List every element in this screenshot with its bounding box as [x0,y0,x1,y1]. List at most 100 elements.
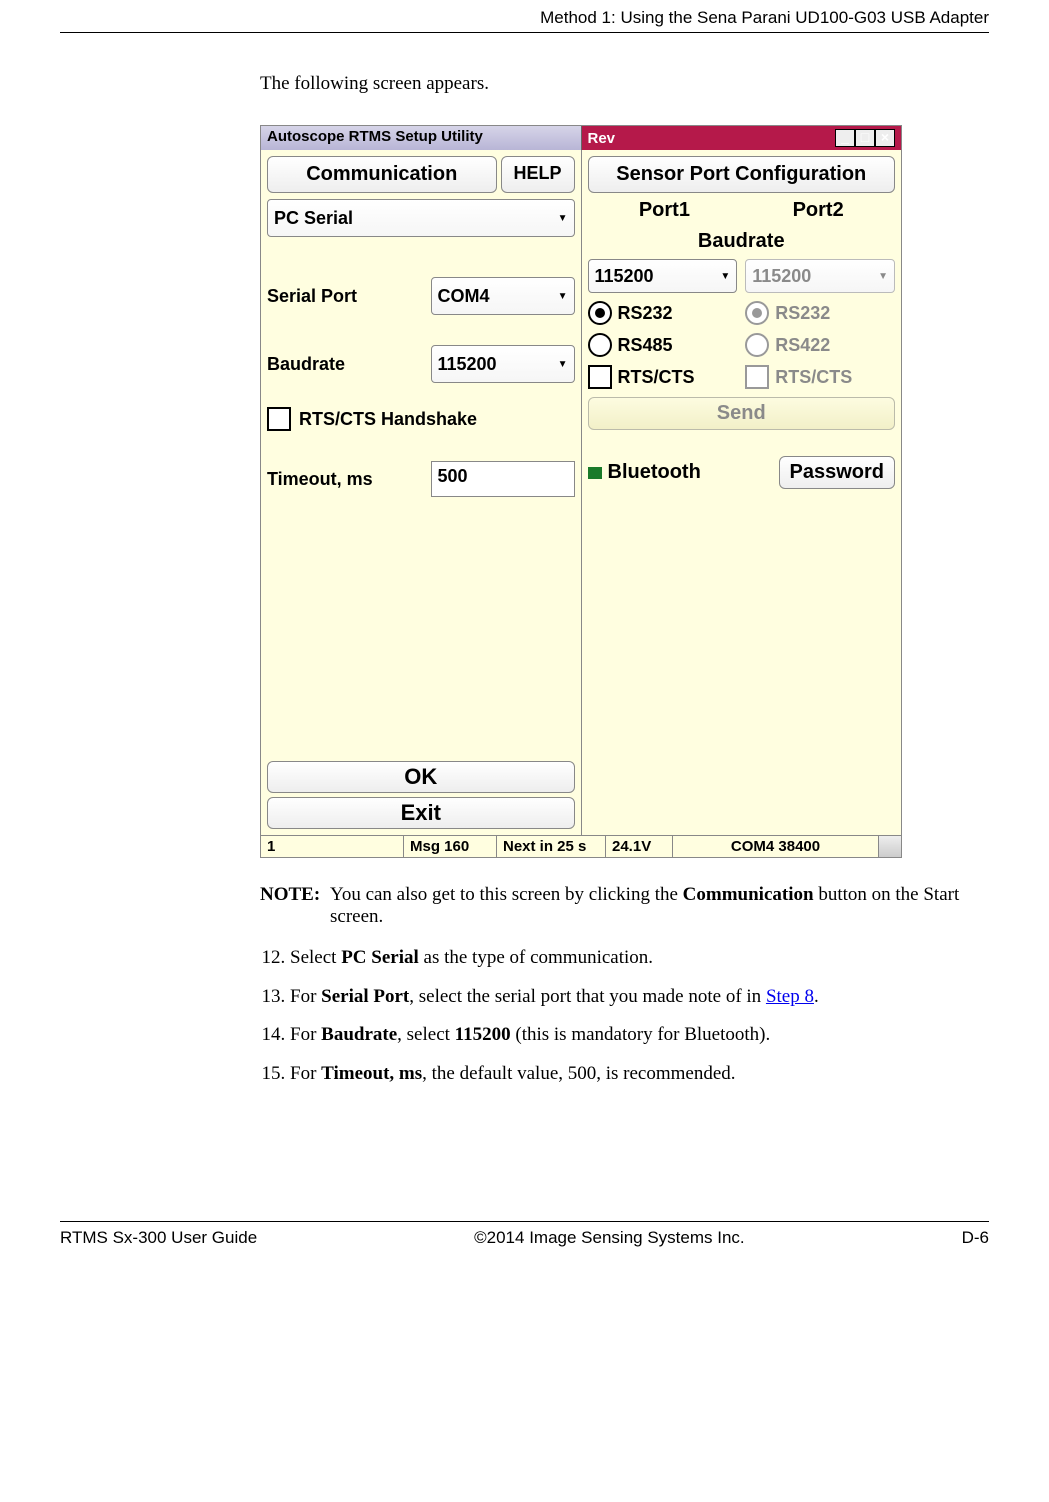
sensor-port-panel: Sensor Port Configuration Port1 Port2 Ba… [581,150,902,835]
footer-right: D-6 [962,1228,989,1248]
send-button: Send [588,397,896,430]
port2-rs422-radio [745,333,769,357]
footer-center: ©2014 Image Sensing Systems Inc. [474,1228,745,1248]
baudrate-value: 115200 [438,354,497,375]
password-button[interactable]: Password [779,456,895,489]
port1-rs485-label: RS485 [618,335,673,356]
port2-rs422-label: RS422 [775,335,830,356]
communication-header-button[interactable]: Communication [267,156,497,193]
title-left: Autoscope RTMS Setup Utility [261,126,582,150]
communication-panel: Communication HELP PC Serial ▼ Serial Po… [261,150,581,835]
baudrate-header: Baudrate [588,230,896,253]
title-right-text: Rev [588,130,616,147]
port2-rtscts-checkbox [745,365,769,389]
page-header-section: Method 1: Using the Sena Parani UD100-G0… [60,0,989,32]
port2-baud-select: 115200 ▼ [745,259,895,293]
bluetooth-icon [588,467,602,479]
chevron-down-icon: ▼ [558,291,568,302]
footer-left: RTMS Sx-300 User Guide [60,1228,257,1248]
t: For [290,986,321,1007]
baudrate-select[interactable]: 115200 ▼ [431,345,575,383]
t: , the default value, 500, is recommended… [422,1063,735,1084]
port2-column: 115200 ▼ RS232 RS422 RTS/CTS [745,259,895,389]
page-footer: RTMS Sx-300 User Guide ©2014 Image Sensi… [60,1222,989,1258]
t: For [290,1063,321,1084]
status-e: COM4 38400 [673,836,879,857]
note-bold: Communication [683,884,814,905]
serial-port-select[interactable]: COM4 ▼ [431,277,575,315]
rtscts-checkbox[interactable] [267,407,291,431]
ok-button[interactable]: OK [267,761,575,793]
note-text-before: You can also get to this screen by click… [330,884,683,905]
b: Baudrate [321,1024,397,1045]
note-label: NOTE: [260,884,330,928]
t: . [814,986,819,1007]
port1-rtscts-checkbox[interactable] [588,365,612,389]
note-text: You can also get to this screen by click… [330,884,989,928]
chevron-down-icon: ▼ [720,271,730,282]
title-right: Rev _□× [582,126,902,150]
t: Select [290,947,341,968]
port2-rs232-label: RS232 [775,303,830,324]
bluetooth-text: Bluetooth [608,461,701,484]
step-15: For Timeout, ms, the default value, 500,… [290,1062,989,1087]
note-block: NOTE: You can also get to this screen by… [260,884,989,928]
baudrate-label: Baudrate [267,354,423,375]
b: Timeout, ms [321,1063,422,1084]
chevron-down-icon: ▼ [878,271,888,282]
status-b: Msg 160 [404,836,497,857]
timeout-input[interactable]: 500 [431,461,575,497]
port1-column: 115200 ▼ RS232 RS485 RTS/CTS [588,259,738,389]
status-c: Next in 25 s [497,836,606,857]
window-controls: _□× [835,129,895,147]
header-rule [60,32,989,33]
port1-header: Port1 [588,199,742,222]
port1-baud-select[interactable]: 115200 ▼ [588,259,738,293]
close-icon[interactable]: × [875,129,895,147]
step-13: For Serial Port, select the serial port … [290,985,989,1010]
port1-rs232-radio[interactable] [588,301,612,325]
chevron-down-icon: ▼ [558,213,568,224]
step-8-link[interactable]: Step 8 [766,986,814,1007]
status-a: 1 [261,836,404,857]
app-screenshot: Autoscope RTMS Setup Utility Rev _□× Com… [260,125,902,858]
exit-button[interactable]: Exit [267,797,575,829]
port1-rs232-label: RS232 [618,303,673,324]
b: PC Serial [341,947,419,968]
port2-baud-value: 115200 [752,266,811,287]
port-headers: Port1 Port2 [588,199,896,222]
step-list: Select PC Serial as the type of communic… [260,946,989,1087]
connection-type-value: PC Serial [274,208,353,229]
sensor-port-header-button[interactable]: Sensor Port Configuration [588,156,896,193]
bluetooth-label: Bluetooth [588,461,771,484]
step-12: Select PC Serial as the type of communic… [290,946,989,971]
intro-text: The following screen appears. [260,73,989,95]
minimize-icon[interactable]: _ [835,129,855,147]
t: , select the serial port that you made n… [409,986,766,1007]
t: For [290,1024,321,1045]
step-14: For Baudrate, select 115200 (this is man… [290,1023,989,1048]
t: , select [397,1024,455,1045]
b: Serial Port [321,986,409,1007]
port1-baud-value: 115200 [595,266,654,287]
chevron-down-icon: ▼ [558,359,568,370]
port2-rtscts-label: RTS/CTS [775,367,852,388]
rtscts-row: RTS/CTS Handshake [267,407,575,431]
maximize-icon[interactable]: □ [855,129,875,147]
serial-port-label: Serial Port [267,286,423,307]
serial-port-value: COM4 [438,286,490,307]
t: (this is mandatory for Bluetooth). [511,1024,771,1045]
connection-type-select[interactable]: PC Serial ▼ [267,199,575,237]
port1-rtscts-label: RTS/CTS [618,367,695,388]
status-bar: 1 Msg 160 Next in 25 s 24.1V COM4 38400 [261,835,901,857]
b: 115200 [455,1024,511,1045]
status-d: 24.1V [606,836,673,857]
timeout-label: Timeout, ms [267,469,423,490]
rtscts-label: RTS/CTS Handshake [299,409,477,430]
help-button[interactable]: HELP [501,156,575,193]
port2-header: Port2 [741,199,895,222]
port1-rs485-radio[interactable] [588,333,612,357]
status-grip-icon [879,836,901,857]
port2-rs232-radio [745,301,769,325]
t: as the type of communication. [419,947,653,968]
